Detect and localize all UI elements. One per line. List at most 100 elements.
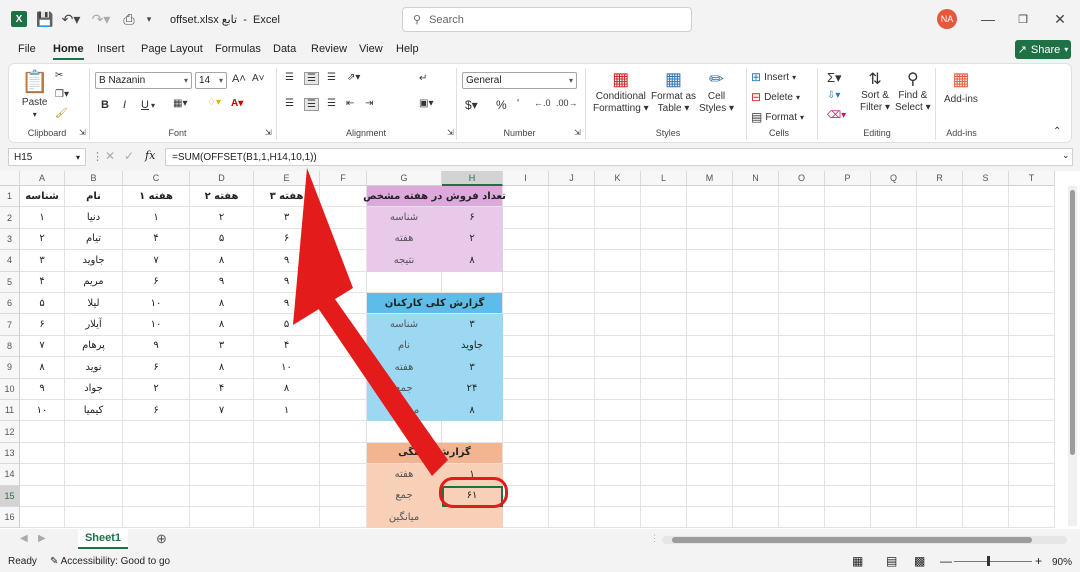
cell[interactable] [123, 442, 190, 465]
row-header-14[interactable]: 14 [0, 464, 20, 486]
cell[interactable] [641, 250, 687, 272]
table-cell[interactable]: ۴ [190, 378, 254, 400]
cell[interactable] [549, 271, 595, 293]
cell[interactable] [595, 442, 641, 465]
cell[interactable] [549, 507, 595, 529]
box1-value[interactable]: ۸ [442, 250, 503, 272]
undo-icon[interactable]: ↶▾ [60, 9, 82, 29]
percent-icon[interactable]: % [496, 98, 507, 112]
cell[interactable] [595, 293, 641, 315]
cell[interactable] [917, 400, 963, 422]
box1-title[interactable]: تعداد فروش در هفته مشخص [363, 186, 506, 208]
box1-label[interactable]: شناسه [367, 207, 442, 229]
cell[interactable] [963, 314, 1009, 336]
cell[interactable] [687, 271, 733, 293]
table-cell[interactable]: ۸ [190, 357, 254, 379]
row-header-11[interactable]: 11 [0, 400, 20, 422]
cell[interactable] [641, 293, 687, 315]
cell[interactable] [442, 421, 503, 443]
cell[interactable] [779, 464, 825, 486]
cell[interactable] [641, 186, 687, 208]
cell[interactable] [20, 442, 65, 465]
cell[interactable] [254, 485, 320, 507]
cell[interactable] [503, 271, 549, 293]
table-cell[interactable]: ۱ [123, 207, 190, 229]
column-header-t[interactable]: T [1009, 171, 1055, 186]
cell[interactable] [641, 464, 687, 486]
cell[interactable] [779, 400, 825, 422]
cell[interactable] [320, 464, 367, 486]
redo-icon[interactable]: ↷▾ [90, 9, 112, 29]
cell[interactable] [825, 293, 871, 315]
cell[interactable] [825, 357, 871, 379]
table-cell[interactable]: ۶ [123, 400, 190, 422]
table-cell[interactable]: جواد [65, 378, 123, 400]
table-cell[interactable]: ۸ [190, 293, 254, 315]
row-header-13[interactable]: 13 [0, 442, 20, 465]
cell[interactable] [963, 485, 1009, 507]
row-header-2[interactable]: 2 [0, 207, 20, 229]
cell[interactable] [123, 485, 190, 507]
cell[interactable] [871, 400, 917, 422]
add-ins-button[interactable]: ▦ Add-ins [944, 69, 978, 105]
find-select-button[interactable]: ⚲ Find & Select ▾ [895, 69, 931, 113]
cell[interactable] [963, 507, 1009, 529]
add-sheet-icon[interactable]: ⊕ [156, 531, 167, 547]
increase-decimal-icon[interactable]: ←.0 [534, 98, 551, 108]
cell[interactable] [733, 507, 779, 529]
cell[interactable] [1009, 335, 1055, 358]
cell[interactable] [733, 400, 779, 422]
cell[interactable] [595, 421, 641, 443]
table-cell[interactable]: ۱ [20, 207, 65, 229]
cell[interactable] [963, 378, 1009, 400]
cell[interactable] [1009, 442, 1055, 465]
cell[interactable] [549, 421, 595, 443]
table-cell[interactable]: ۸ [20, 357, 65, 379]
row-header-10[interactable]: 10 [0, 378, 20, 400]
page-layout-view-icon[interactable]: ▤ [886, 554, 897, 568]
box3-title[interactable]: گزارش هفتگی [367, 442, 503, 465]
box1-value[interactable]: ۶ [442, 207, 503, 229]
cell[interactable] [595, 485, 641, 507]
cell[interactable] [320, 400, 367, 422]
cell[interactable] [20, 507, 65, 529]
font-color-icon[interactable]: A▾ [231, 98, 243, 109]
cell[interactable] [687, 186, 733, 208]
cell[interactable] [1009, 507, 1055, 529]
column-header-n[interactable]: N [733, 171, 779, 186]
cell[interactable] [190, 442, 254, 465]
cell[interactable] [320, 485, 367, 507]
restore-icon[interactable]: ❐ [1015, 9, 1031, 29]
cell[interactable] [595, 400, 641, 422]
cell[interactable] [595, 271, 641, 293]
cell[interactable] [190, 485, 254, 507]
row-header-1[interactable]: 1 [0, 186, 20, 208]
cell[interactable] [733, 207, 779, 229]
box2-label[interactable]: جمع [367, 378, 442, 400]
cell-styles-button[interactable]: ✏ Cell Styles ▾ [699, 69, 734, 114]
cell[interactable] [254, 421, 320, 443]
cell[interactable] [825, 400, 871, 422]
cell[interactable] [320, 228, 367, 251]
cell[interactable] [367, 271, 442, 293]
table-header-cell[interactable]: شناسه [20, 186, 65, 208]
table-cell[interactable]: ۷ [123, 250, 190, 272]
cell[interactable] [1009, 485, 1055, 507]
cell[interactable] [641, 400, 687, 422]
scrollbar-thumb[interactable] [1070, 190, 1075, 455]
cell[interactable] [917, 357, 963, 379]
cell[interactable] [641, 421, 687, 443]
font-name-select[interactable]: B Nazanin ▾ [95, 72, 192, 89]
table-cell[interactable]: تیام [65, 228, 123, 251]
table-header-cell[interactable]: هفته ۱ [123, 186, 190, 208]
table-cell[interactable]: جاوید [65, 250, 123, 272]
align-top-icon[interactable]: ☰ [285, 72, 294, 83]
cell[interactable] [503, 250, 549, 272]
cell[interactable] [779, 207, 825, 229]
next-sheet-icon[interactable]: ▶ [38, 533, 46, 544]
name-box[interactable]: H15 ▾ [8, 148, 86, 166]
fill-icon[interactable]: ⇩▾ [827, 90, 840, 101]
box2-value[interactable]: ۳ [442, 314, 503, 336]
table-cell[interactable]: ۲ [123, 378, 190, 400]
table-cell[interactable]: ۵ [254, 314, 320, 336]
